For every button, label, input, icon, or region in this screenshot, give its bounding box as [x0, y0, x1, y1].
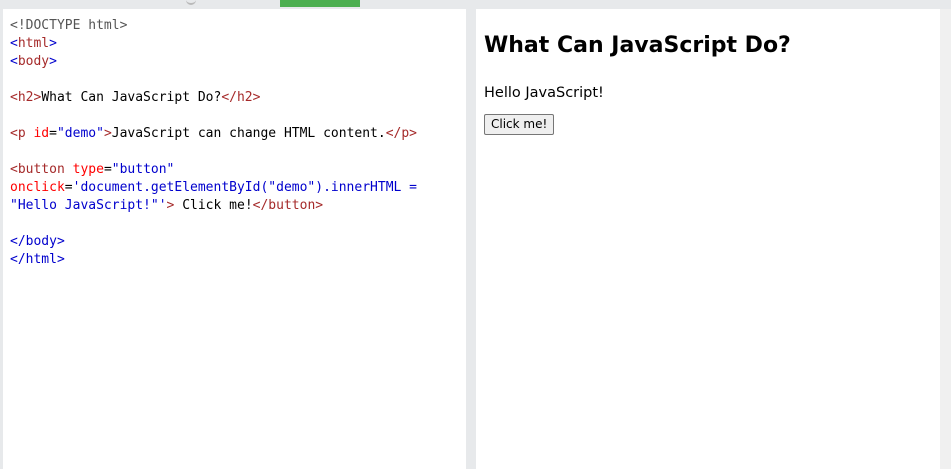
code-bracket: > — [49, 36, 57, 51]
code-bracket: > — [49, 54, 57, 69]
code-line-empty — [10, 143, 466, 161]
code-tag: body — [17, 54, 50, 69]
code-operator: = — [103, 162, 112, 177]
click-me-button[interactable]: Click me! — [484, 114, 555, 135]
code-text: What Can JavaScript Do? — [41, 90, 222, 105]
top-toolbar-strip — [0, 0, 951, 7]
code-tag: </body> — [10, 234, 65, 249]
code-tag: <p — [10, 126, 26, 141]
code-tag: <h2> — [10, 90, 42, 105]
code-text: JavaScript can change HTML content. — [111, 126, 386, 141]
code-value: "demo" — [56, 126, 104, 141]
pane-divider-handle[interactable] — [466, 9, 476, 469]
code-content[interactable]: <!DOCTYPE html> <html> <body> <h2>What Can … — [3, 9, 466, 269]
scrollbar-track[interactable] — [940, 9, 951, 469]
code-line: onclick='document.getElementById("demo")… — [10, 179, 466, 197]
code-line: <h2>What Can JavaScript Do?</h2> — [10, 89, 466, 107]
code-line: <html> — [10, 35, 466, 53]
code-tag: </p> — [385, 126, 418, 141]
code-bracket: < — [10, 54, 18, 69]
code-line: </body> — [10, 233, 466, 251]
code-line-empty — [10, 71, 466, 89]
code-editor[interactable]: <!DOCTYPE html> <html> <body> <h2>What Can … — [3, 9, 466, 469]
code-javascript: 'document.getElementById("demo").innerHT… — [72, 180, 417, 195]
code-tag: html — [17, 36, 50, 51]
code-line-empty — [10, 215, 466, 233]
code-doctype: <!DOCTYPE html> — [10, 18, 128, 33]
tryit-editor-window: <!DOCTYPE html> <html> <body> <h2>What Can … — [0, 0, 951, 469]
code-line-empty — [10, 107, 466, 125]
result-document: What Can JavaScript Do? Hello JavaScript… — [476, 9, 940, 135]
code-line: <button type="button" — [10, 161, 466, 179]
code-javascript: "Hello JavaScript!"' — [10, 198, 167, 213]
code-line: <!DOCTYPE html> — [10, 17, 466, 35]
code-line: <body> — [10, 53, 466, 71]
code-tag: </button> — [252, 198, 324, 213]
demo-paragraph: Hello JavaScript! — [484, 85, 604, 101]
code-tag: </h2> — [221, 90, 261, 105]
code-tag: </html> — [10, 252, 65, 267]
code-tag: > — [103, 126, 112, 141]
code-bracket: < — [10, 36, 18, 51]
result-pane: What Can JavaScript Do? Hello JavaScript… — [476, 9, 940, 469]
code-line: <p id="demo">JavaScript can change HTML … — [10, 125, 466, 143]
code-line: </html> — [10, 251, 466, 269]
code-line: "Hello JavaScript!"'> Click me!</button> — [10, 197, 466, 215]
code-attribute: onclick — [10, 180, 65, 195]
code-value: "button" — [111, 162, 175, 177]
code-operator: = — [49, 126, 57, 141]
code-tag: <button — [10, 162, 65, 177]
code-text: Click me! — [174, 198, 253, 213]
run-button[interactable] — [280, 0, 360, 7]
code-operator: = — [64, 180, 73, 195]
result-heading: What Can JavaScript Do? — [484, 33, 791, 58]
code-attribute: id — [25, 126, 50, 141]
code-attribute: type — [64, 162, 104, 177]
